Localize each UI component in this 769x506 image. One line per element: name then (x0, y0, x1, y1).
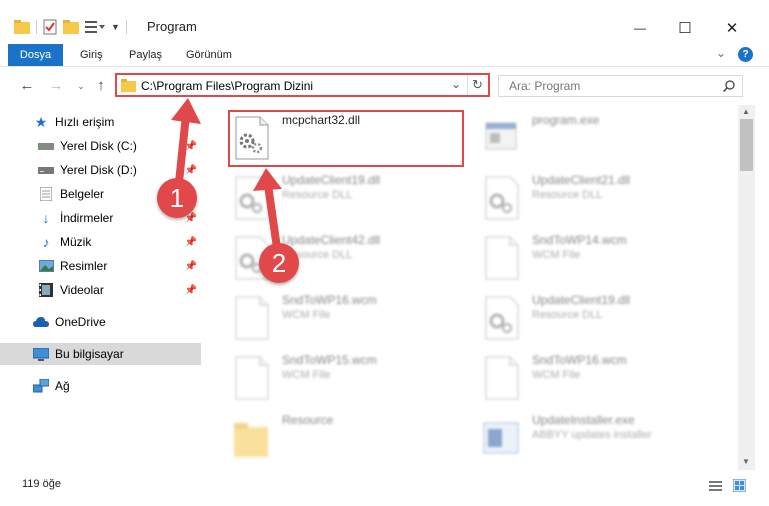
callout-badge-2: 2 (259, 243, 299, 283)
callout-arrows (171, 98, 282, 259)
arrow-1-head (171, 98, 201, 124)
arrow-2-head (253, 168, 282, 191)
callout-badge-1: 1 (157, 178, 197, 218)
